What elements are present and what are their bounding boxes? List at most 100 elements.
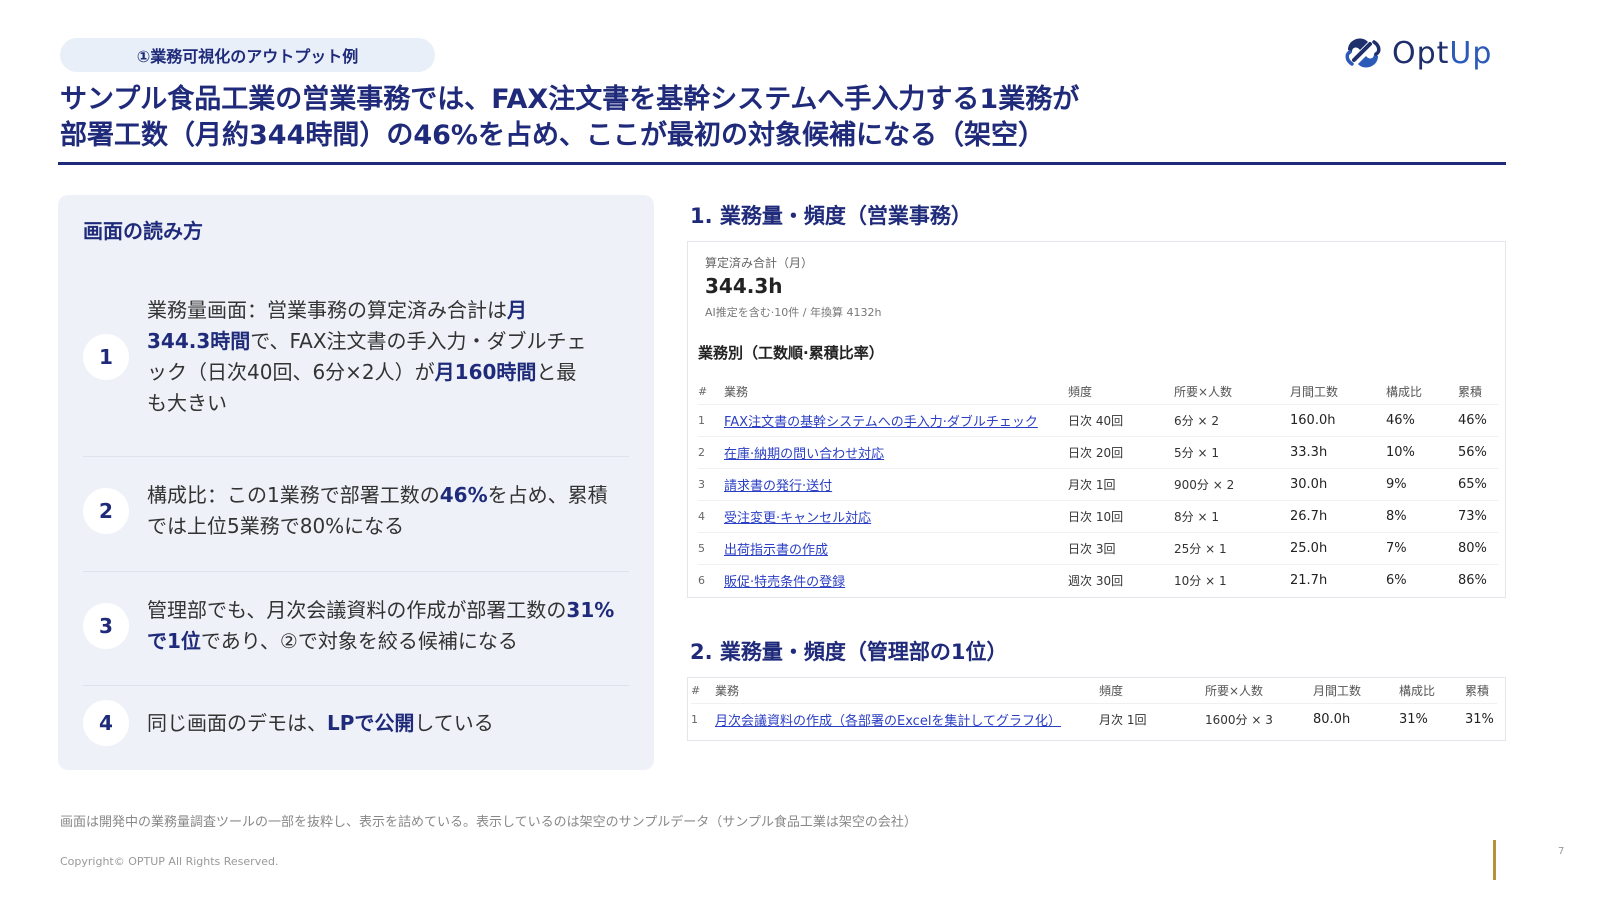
table-cell: 86% xyxy=(1458,563,1498,596)
table-cell: 1 xyxy=(691,702,715,735)
table-cell: 25分 × 1 xyxy=(1174,531,1290,564)
table-cell: 10分 × 1 xyxy=(1174,563,1290,596)
guide-text: 同じ画面のデモは、LPで公開している xyxy=(147,708,627,739)
reading-guide-title: 画面の読み方 xyxy=(83,219,203,243)
table-cell: 160.0h xyxy=(1290,403,1386,436)
column-header: 頻度 xyxy=(1099,684,1124,699)
table-cell: 31% xyxy=(1465,702,1497,735)
logo-text-up: Up xyxy=(1449,35,1493,71)
guide-text-segment: 管理部でも、月次会議資料の作成が部署工数の xyxy=(147,598,567,622)
table-cell: 8% xyxy=(1386,499,1458,532)
logo-wordmark: OptUp xyxy=(1392,36,1492,71)
table-row: 1 FAX注文書の基幹システムへの手入力·ダブルチェック 日次 40回 6分 × 21… xyxy=(698,403,1498,436)
accent-bar xyxy=(1493,840,1496,880)
guide-item-2: 2 構成比：この1業務で部署工数の46%を占め、累積では上位5業務で80%になる xyxy=(83,480,629,542)
guide-text: 構成比：この1業務で部署工数の46%を占め、累積では上位5業務で80%になる xyxy=(147,480,617,542)
reading-guide-panel: 画面の読み方 1 業務量画面：営業事務の算定済み合計は月344.3時間で、FAX… xyxy=(58,195,654,770)
copyright: Copyright© OPTUP All Rights Reserved. xyxy=(60,855,279,868)
table-cell: 週次 30回 xyxy=(1068,563,1174,596)
task-link[interactable]: 出荷指示書の作成 xyxy=(724,531,1068,564)
guide-item-1: 1 業務量画面：営業事務の算定済み合計は月344.3時間で、FAX注文書の手入力… xyxy=(83,295,629,419)
table-cell: 21.7h xyxy=(1290,563,1386,596)
workload-table-sales: # 業務 頻度 所要×人数 月間工数 構成比 累積 1 FAX注文書の基幹システムへの手入力·… xyxy=(698,380,1498,596)
table-cell: 2 xyxy=(698,435,724,468)
table-cell: 80% xyxy=(1458,531,1498,564)
section1-title: 1. 業務量・頻度（営業事務） xyxy=(690,204,972,228)
page-title: サンプル食品工業の営業事務では、FAX注文書を基幹システムへ手入力する1業務が … xyxy=(60,82,1510,154)
table-cell: 月次 1回 xyxy=(1068,467,1174,500)
table-cell: 46% xyxy=(1458,403,1498,436)
kpi-label: 算定済み合計（月） xyxy=(705,256,814,270)
table-cell: 26.7h xyxy=(1290,499,1386,532)
column-header: # xyxy=(691,684,701,698)
task-link[interactable]: 在庫·納期の問い合わせ対応 xyxy=(724,435,1068,468)
title-divider xyxy=(58,162,1506,165)
guide-text-segment: 構成比：この1業務で部署工数の xyxy=(147,483,440,507)
task-link[interactable]: 月次会議資料の作成（各部署のExcelを集計してグラフ化） xyxy=(715,702,1099,735)
table-row: 3 請求書の発行·送付 月次 1回 900分 × 2 30.0h 9% 65% xyxy=(698,467,1498,500)
title-line-2: 部署工数（月約344時間）の46%を占め、ここが最初の対象候補になる（架空） xyxy=(60,120,1045,151)
column-header: 累積 xyxy=(1465,684,1490,699)
column-header: 構成比 xyxy=(1386,385,1423,400)
guide-highlight: 月160時間 xyxy=(434,360,537,384)
guide-text: 業務量画面：営業事務の算定済み合計は月344.3時間で、FAX注文書の手入力・ダ… xyxy=(147,295,587,419)
table-cell: 5分 × 1 xyxy=(1174,435,1290,468)
guide-text: 管理部でも、月次会議資料の作成が部署工数の31%で1位であり、②で対象を絞る候補… xyxy=(147,595,627,657)
guide-text-segment: している xyxy=(414,710,494,735)
guide-number-badge: 1 xyxy=(83,334,129,380)
task-link[interactable]: FAX注文書の基幹システムへの手入力·ダブルチェック xyxy=(724,403,1068,436)
table-cell: 6分 × 2 xyxy=(1174,403,1290,436)
table-cell: 30.0h xyxy=(1290,467,1386,500)
table-cell: 1 xyxy=(698,403,724,436)
table-cell: 6% xyxy=(1386,563,1458,596)
optup-logo-icon xyxy=(1345,38,1381,68)
table-cell: 4 xyxy=(698,499,724,532)
logo-text-opt: Opt xyxy=(1392,35,1450,71)
table-cell: 46% xyxy=(1386,403,1458,436)
column-header: 月間工数 xyxy=(1290,385,1339,400)
table-cell: 月次 1回 xyxy=(1099,702,1205,735)
task-link[interactable]: 請求書の発行·送付 xyxy=(724,467,1068,500)
section-tag: ①業務可視化のアウトプット例 xyxy=(60,38,435,72)
guide-number-badge: 3 xyxy=(83,603,129,649)
guide-item-3: 3 管理部でも、月次会議資料の作成が部署工数の31%で1位であり、②で対象を絞る… xyxy=(83,595,629,657)
column-header: 所要×人数 xyxy=(1205,684,1264,699)
column-header: 月間工数 xyxy=(1313,684,1362,699)
table-cell: 80.0h xyxy=(1313,702,1399,735)
guide-divider xyxy=(83,571,629,572)
table-row: 4 受注変更·キャンセル対応 日次 10回 8分 × 1 26.7h 8% 73% xyxy=(698,499,1498,532)
kpi-note: AI推定を含む·10件 / 年換算 4132h xyxy=(705,306,882,319)
table-cell: 日次 40回 xyxy=(1068,403,1174,436)
table-cell: 33.3h xyxy=(1290,435,1386,468)
column-header: 業務 xyxy=(715,684,740,699)
table-header-row: # 業務 頻度 所要×人数 月間工数 構成比 累積 xyxy=(698,380,1498,404)
table-cell: 31% xyxy=(1399,702,1465,735)
column-header: 頻度 xyxy=(1068,385,1093,400)
task-link[interactable]: 受注変更·キャンセル対応 xyxy=(724,499,1068,532)
table-cell: 1600分 × 3 xyxy=(1205,702,1313,735)
guide-item-4: 4 同じ画面のデモは、LPで公開している xyxy=(83,700,629,746)
guide-text-segment: 業務量画面：営業事務の算定済み合計は xyxy=(147,298,507,322)
column-header: 構成比 xyxy=(1399,684,1436,699)
table-cell: 3 xyxy=(698,467,724,500)
table-cell: 7% xyxy=(1386,531,1458,564)
table-cell: 56% xyxy=(1458,435,1498,468)
table-row: 6 販促·特売条件の登録 週次 30回 10分 × 1 21.7h 6% 86% xyxy=(698,563,1498,596)
table-row: 1 月次会議資料の作成（各部署のExcelを集計してグラフ化） 月次 1回 1600分… xyxy=(691,702,1497,735)
workload-table-admin: # 業務 頻度 所要×人数 月間工数 構成比 累積 1 月次会議資料の作成（各部署のExcel… xyxy=(691,679,1497,735)
table-cell: 日次 20回 xyxy=(1068,435,1174,468)
guide-number-badge: 4 xyxy=(83,700,129,746)
section2-title: 2. 業務量・頻度（管理部の1位） xyxy=(690,640,1008,664)
page-number: 7 xyxy=(1558,846,1565,857)
table-header-row: # 業務 頻度 所要×人数 月間工数 構成比 累積 xyxy=(691,679,1497,703)
guide-text-segment: 同じ画面のデモは、 xyxy=(147,710,327,735)
workload-card-admin: # 業務 頻度 所要×人数 月間工数 構成比 累積 1 月次会議資料の作成（各部署のExcel… xyxy=(687,677,1506,741)
kpi-value: 344.3h xyxy=(705,274,783,298)
column-header: 業務 xyxy=(724,385,749,400)
task-link[interactable]: 販促·特売条件の登録 xyxy=(724,563,1068,596)
table-cell: 6 xyxy=(698,563,724,596)
table-row: 2 在庫·納期の問い合わせ対応 日次 20回 5分 × 1 33.3h 10% 56% xyxy=(698,435,1498,468)
table-cell: 65% xyxy=(1458,467,1498,500)
table-cell: 5 xyxy=(698,531,724,564)
breakdown-subhead: 業務別（工数順·累積比率） xyxy=(698,344,884,362)
